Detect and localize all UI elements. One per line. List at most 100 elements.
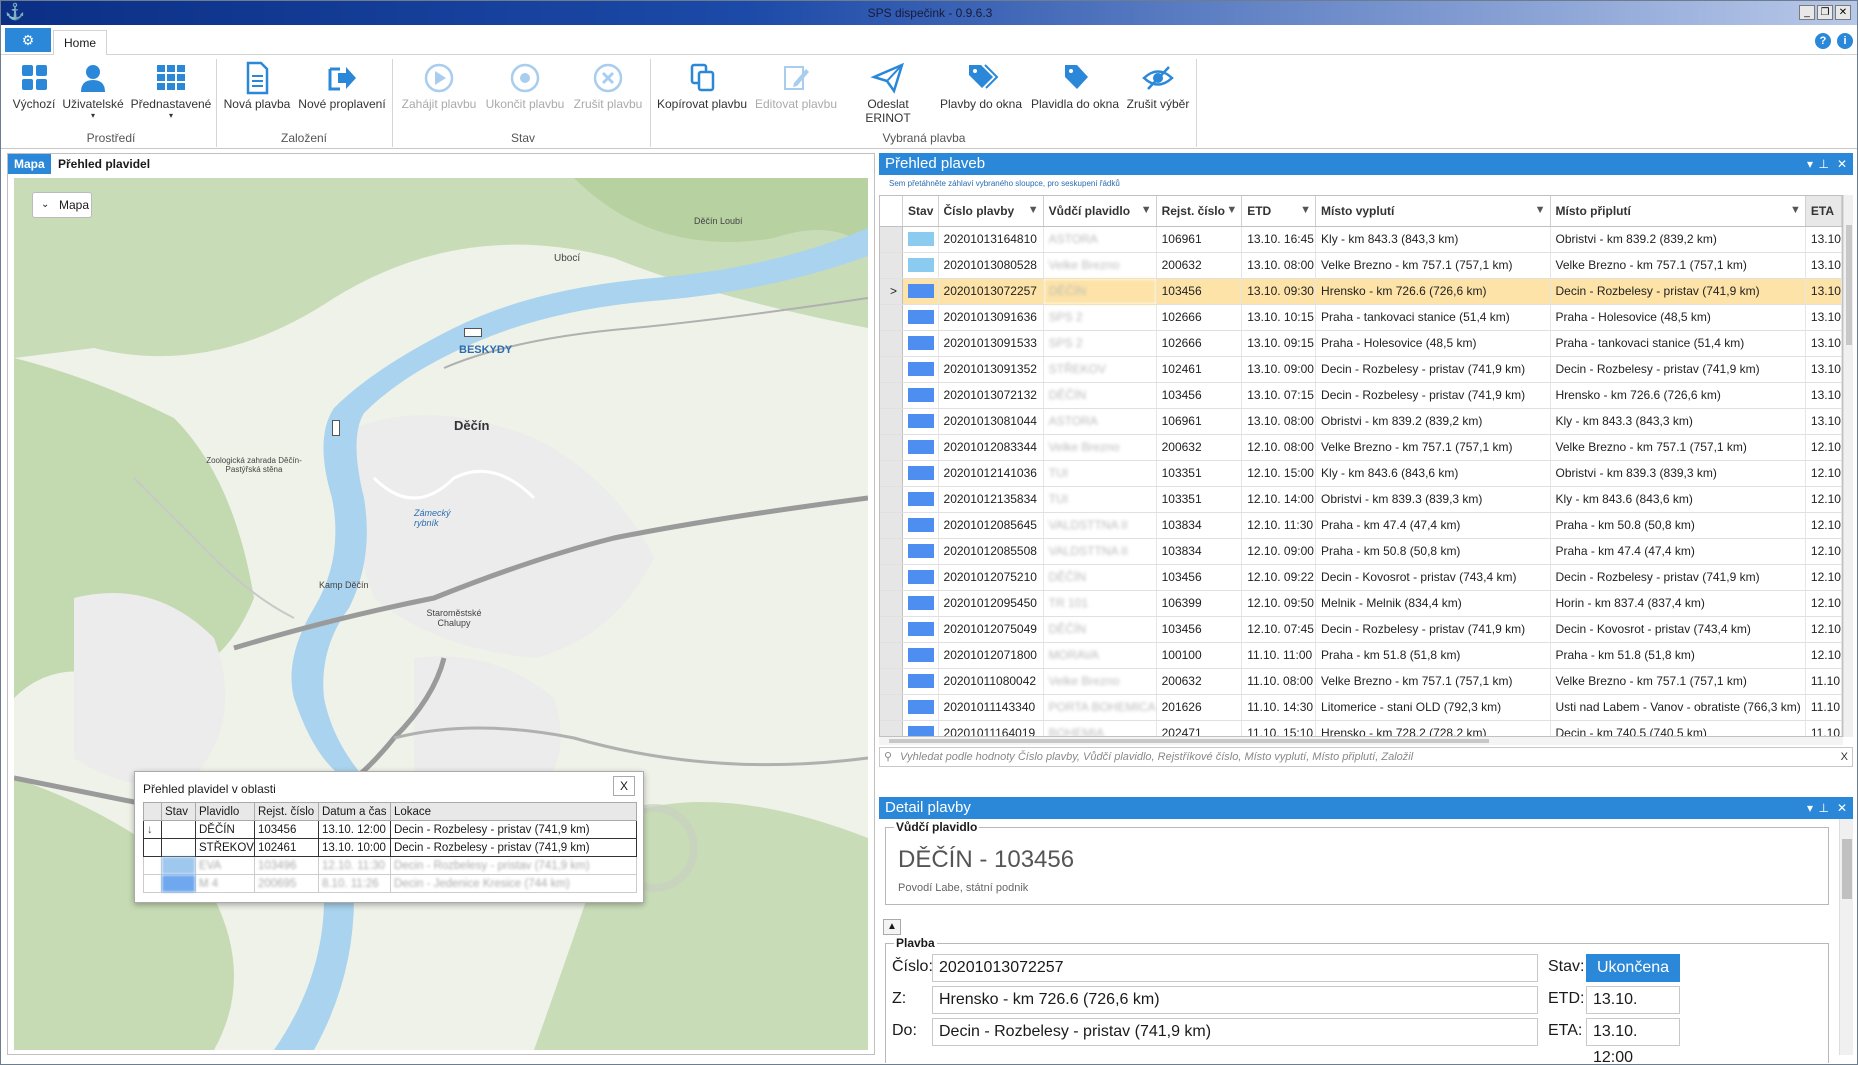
row-selector[interactable] xyxy=(880,512,904,539)
scroll-thumb[interactable] xyxy=(1842,839,1852,899)
voyage-row[interactable]: 20201012075210 DĚČÍN 103456 12.10. 09:22 Dec… xyxy=(880,564,1842,591)
col-header-rejst[interactable]: Rejst. číslo xyxy=(253,802,319,821)
voyage-row[interactable]: 20201013091636 SPS 2 102666 13.10. 10:15 Pra… xyxy=(880,304,1842,331)
col-header-stav[interactable]: Stav xyxy=(902,196,939,227)
col-header-misto-vypluti[interactable]: Místo vyplutí ▼ xyxy=(1315,196,1551,227)
close-icon[interactable]: ✕ xyxy=(1837,797,1847,819)
vessel-marker[interactable] xyxy=(332,420,340,436)
col-header-stav[interactable]: Stav xyxy=(161,802,196,821)
map-layer-dropdown[interactable]: ⌄ Mapa xyxy=(32,192,92,218)
voyage-row[interactable]: 20201012075049 DĚČÍN 103456 12.10. 07:45 Dec… xyxy=(880,616,1842,643)
filter-icon[interactable]: ▼ xyxy=(1535,204,1546,216)
row-selector[interactable] xyxy=(880,252,904,279)
kopirovat-plavbu-button[interactable]: Kopírovat plavbu xyxy=(655,59,749,111)
close-icon[interactable]: ✕ xyxy=(1837,153,1847,175)
filter-icon[interactable]: ▼ xyxy=(1300,204,1311,216)
row-selector[interactable] xyxy=(880,642,904,669)
row-selector[interactable] xyxy=(880,694,904,721)
popup-row[interactable]: STŘEKOV 102461 13.10. 10:00 Decin - Rozb… xyxy=(143,838,638,857)
col-header-plavidlo[interactable]: Plavidlo xyxy=(195,802,255,821)
etd-field[interactable]: 13.10. 09:30 xyxy=(1586,986,1680,1034)
vychozi-button[interactable]: Výchozí xyxy=(9,59,59,111)
scroll-thumb[interactable] xyxy=(1846,225,1852,345)
cislo-field[interactable]: 20201013072257 xyxy=(932,954,1538,982)
pin-icon[interactable]: ⊥ xyxy=(1819,153,1829,175)
filter-icon[interactable]: ▼ xyxy=(1790,204,1801,216)
zrusit-plavbu-button[interactable]: Zrušit plavbu xyxy=(569,59,647,111)
odeslat-erinot-button[interactable]: Odeslat ERINOT xyxy=(843,59,933,125)
zahajit-plavbu-button[interactable]: Zahájit plavbu xyxy=(399,59,479,111)
row-selector[interactable] xyxy=(880,382,904,409)
row-selector[interactable] xyxy=(880,434,904,461)
plavby-do-okna-button[interactable]: Plavby do okna xyxy=(937,59,1025,111)
row-selector[interactable] xyxy=(880,668,904,695)
voyage-row[interactable]: 20201012085645 VALDSTTNA II 103834 12.10. 1… xyxy=(880,512,1842,539)
filter-icon[interactable]: ▼ xyxy=(1226,204,1237,216)
col-header-etd[interactable]: ETD ▼ xyxy=(1241,196,1317,227)
info-icon[interactable]: i xyxy=(1837,33,1853,49)
voyage-row[interactable]: 20201012135834 TUI 103351 12.10. 14:00 Obris… xyxy=(880,486,1842,513)
filter-icon[interactable]: ▼ xyxy=(1141,204,1152,216)
prednastavene-button[interactable]: Přednastavené ▾ xyxy=(129,59,213,120)
col-header-eta[interactable]: ETA xyxy=(1805,196,1842,227)
popup-close-button[interactable]: X xyxy=(613,776,635,796)
dropdown-arrow-icon[interactable]: ▾ xyxy=(1807,797,1813,819)
row-selector[interactable] xyxy=(880,486,904,513)
popup-row[interactable]: M 4 200695 8.10. 11:26 Decin - Jedenice … xyxy=(143,874,638,893)
restore-button[interactable]: ❐ xyxy=(1817,5,1833,20)
row-selector[interactable] xyxy=(880,564,904,591)
nove-proplaveni-button[interactable]: Nové proplavení xyxy=(297,59,387,111)
editovat-plavbu-button[interactable]: Editovat plavbu xyxy=(753,59,839,111)
voyage-row[interactable]: 20201011143340 PORTA BOHEMICA 201626 11.10.… xyxy=(880,694,1842,721)
zrusit-vyber-button[interactable]: Zrušit výběr xyxy=(1123,59,1193,111)
ukoncit-plavbu-button[interactable]: Ukončit plavbu xyxy=(483,59,567,111)
popup-row[interactable]: EVA 103496 12.10. 11:30 Decin - Rozbeles… xyxy=(143,856,638,875)
row-selector[interactable] xyxy=(880,460,904,487)
grid-vertical-scrollbar[interactable] xyxy=(1843,195,1853,737)
collapse-toggle[interactable]: ▲ xyxy=(883,919,901,935)
row-selector[interactable] xyxy=(880,330,904,357)
vessel-marker[interactable] xyxy=(464,328,482,337)
row-selector[interactable] xyxy=(880,356,904,383)
tab-mapa[interactable]: Mapa xyxy=(8,154,51,174)
grid-horizontal-scrollbar[interactable] xyxy=(879,737,1843,745)
row-selector[interactable] xyxy=(880,590,904,617)
map-view[interactable]: Děčín BESKYDY Ubocí Děčín Loubí Zámecký … xyxy=(14,178,868,1050)
row-selector[interactable] xyxy=(880,720,904,736)
col-header-lokace[interactable]: Lokace xyxy=(389,802,638,821)
voyage-row[interactable]: 20201013091533 SPS 2 102666 13.10. 09:15 Pra… xyxy=(880,330,1842,357)
popup-row[interactable]: ↓ DĚČÍN 103456 13.10. 12:00 Decin - Rozb… xyxy=(143,820,638,839)
row-selector[interactable] xyxy=(880,408,904,435)
uzivatelske-button[interactable]: Uživatelské ▾ xyxy=(61,59,125,120)
scroll-thumb[interactable] xyxy=(889,739,1489,743)
voyage-row[interactable]: 20201012083344 Velke Brezno 200632 12.10. 0… xyxy=(880,434,1842,461)
search-clear-button[interactable]: X xyxy=(1841,748,1848,766)
col-header-cislo-plavby[interactable]: Číslo plavby ▼ xyxy=(938,196,1044,227)
col-header-rejst-cislo[interactable]: Rejst. číslo ▼ xyxy=(1156,196,1243,227)
eta-field[interactable]: 13.10. 12:00 xyxy=(1586,1018,1680,1064)
minimize-button[interactable]: _ xyxy=(1799,5,1815,20)
pin-icon[interactable]: ⊥ xyxy=(1819,797,1829,819)
voyage-row[interactable]: 20201012071800 MORAVA 100100 11.10. 11:00 Pr… xyxy=(880,642,1842,669)
voyage-row[interactable]: >20201013072257 DĚČÍN 103456 13.10. 09:30 Hr… xyxy=(880,278,1842,305)
tab-home[interactable]: Home xyxy=(53,30,107,56)
tab-prehled-plavidel[interactable]: Přehled plavidel xyxy=(52,154,156,174)
row-selector[interactable] xyxy=(880,616,904,643)
voyage-row[interactable]: 20201012095450 TR 101 106399 12.10. 09:50 Me… xyxy=(880,590,1842,617)
dropdown-arrow-icon[interactable]: ▾ xyxy=(1807,153,1813,175)
z-field[interactable]: Hrensko - km 726.6 (726,6 km) xyxy=(932,986,1538,1014)
row-selector[interactable]: > xyxy=(880,278,904,305)
col-header-datum[interactable]: Datum a čas xyxy=(317,802,391,821)
voyage-row[interactable]: 20201012085508 VALDSTTNA II 103834 12.10. 0… xyxy=(880,538,1842,565)
row-selector[interactable] xyxy=(880,226,904,253)
voyage-row[interactable]: 20201013080528 Velke Brezno 200632 13.10. 0… xyxy=(880,252,1842,279)
voyage-row[interactable]: 20201013091352 STŘEKOV 102461 13.10. 09:00 D… xyxy=(880,356,1842,383)
app-menu-button[interactable]: ⚙ xyxy=(5,28,51,52)
voyage-row[interactable]: 20201011164019 BOHEMIA 202471 11.10. 15:10 H… xyxy=(880,720,1842,736)
do-field[interactable]: Decin - Rozbelesy - pristav (741,9 km) xyxy=(932,1018,1538,1046)
grid-search-bar[interactable]: ⚲ Vyhledat podle hodnoty Číslo plavby, V… xyxy=(879,747,1853,767)
voyage-row[interactable]: 20201013164810 ASTORA 106961 13.10. 16:45 Kl… xyxy=(880,226,1842,253)
voyage-row[interactable]: 20201013081044 ASTORA 106961 13.10. 08:00 Ob… xyxy=(880,408,1842,435)
close-button[interactable]: ✕ xyxy=(1835,5,1851,20)
row-selector[interactable] xyxy=(880,538,904,565)
